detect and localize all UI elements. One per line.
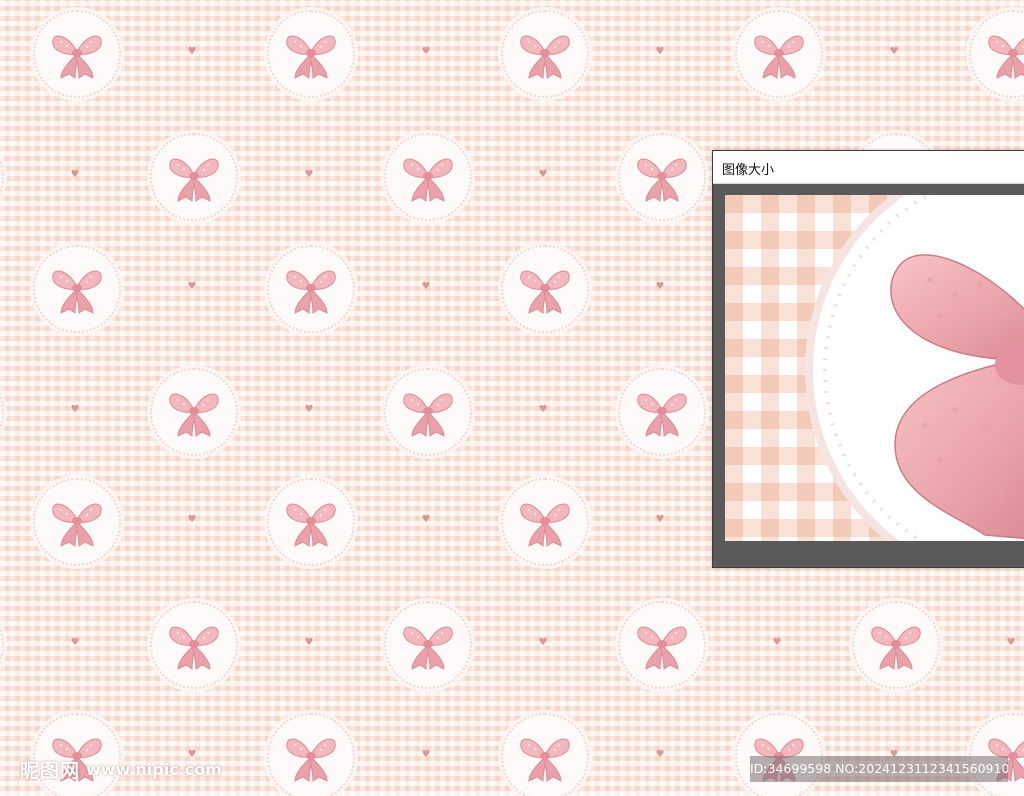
bow-icon [403, 626, 453, 670]
heart-icon: ♥ [304, 404, 314, 415]
heart-icon: ♥ [1006, 637, 1016, 648]
heart-icon: ♥ [304, 169, 314, 180]
heart-icon: ♥ [421, 281, 431, 292]
heart-icon: ♥ [421, 514, 431, 525]
bow-medallion [0, 133, 4, 221]
bow-medallion [969, 713, 1024, 796]
bow-medallion [33, 245, 121, 333]
bow-medallion [501, 713, 589, 796]
image-preview [725, 195, 1024, 541]
bow-medallion [267, 478, 355, 566]
heart-icon: ♥ [655, 514, 665, 525]
bow-icon [52, 35, 102, 79]
bow-icon [169, 158, 219, 202]
bow-icon [754, 35, 804, 79]
bow-medallion [735, 10, 823, 98]
heart-icon: ♥ [187, 281, 197, 292]
bow-medallion [501, 10, 589, 98]
heart-icon: ♥ [538, 404, 548, 415]
bow-medallion [384, 601, 472, 689]
bow-medallion [150, 133, 238, 221]
bow-medallion [501, 245, 589, 333]
bow-medallion [0, 601, 4, 689]
heart-icon: ♥ [70, 404, 80, 415]
heart-icon: ♥ [187, 514, 197, 525]
bow-icon [52, 503, 102, 547]
bow-medallion [33, 478, 121, 566]
bow-icon [403, 158, 453, 202]
bow-medallion [267, 713, 355, 796]
heart-icon: ♥ [772, 637, 782, 648]
bow-icon [871, 626, 921, 670]
bow-icon [52, 270, 102, 314]
bow-medallion [150, 601, 238, 689]
heart-icon: ♥ [187, 46, 197, 57]
image-size-dialog[interactable]: 图像大小 [712, 150, 1024, 568]
bow-icon [286, 35, 336, 79]
dialog-title: 图像大小 [722, 163, 775, 178]
bow-medallion [384, 133, 472, 221]
heart-icon: ♥ [304, 637, 314, 648]
heart-icon: ♥ [70, 637, 80, 648]
heart-icon: ♥ [655, 281, 665, 292]
preview-bow-image [725, 195, 1024, 541]
bow-medallion [501, 478, 589, 566]
bow-medallion [384, 368, 472, 456]
bow-medallion [618, 368, 706, 456]
heart-icon: ♥ [70, 169, 80, 180]
bow-icon [520, 270, 570, 314]
bow-medallion [267, 245, 355, 333]
bow-medallion [0, 368, 4, 456]
watermark-brand-text: 昵图网 [20, 759, 81, 782]
bow-icon [286, 270, 336, 314]
watermark-brand: 昵图网 www.nipic.com [20, 756, 222, 782]
bow-medallion [618, 601, 706, 689]
watermark-id: ID:34699598 NO:20241231123415609107 [750, 756, 1008, 782]
bow-icon [637, 393, 687, 437]
heart-icon: ♥ [538, 637, 548, 648]
bow-icon [169, 393, 219, 437]
watermark-url: www.nipic.com [86, 759, 222, 779]
bow-icon [403, 393, 453, 437]
heart-icon: ♥ [421, 749, 431, 760]
bow-medallion [735, 713, 823, 796]
bow-icon [286, 503, 336, 547]
heart-icon: ♥ [421, 46, 431, 57]
bow-medallion [267, 10, 355, 98]
bow-medallion [852, 601, 940, 689]
bow-medallion [150, 368, 238, 456]
bow-medallion [618, 133, 706, 221]
bow-icon [286, 738, 336, 782]
heart-icon: ♥ [538, 169, 548, 180]
heart-icon: ♥ [655, 749, 665, 760]
bow-icon [520, 35, 570, 79]
bow-icon [988, 35, 1024, 79]
heart-icon: ♥ [655, 46, 665, 57]
heart-icon: ♥ [889, 46, 899, 57]
bow-medallion [969, 10, 1024, 98]
bow-icon [637, 158, 687, 202]
dialog-titlebar[interactable]: 图像大小 [713, 151, 1024, 184]
bow-icon [520, 503, 570, 547]
bow-medallion [33, 713, 121, 796]
bow-icon [637, 626, 687, 670]
bow-icon [169, 626, 219, 670]
bow-icon [520, 738, 570, 782]
bow-medallion [33, 10, 121, 98]
